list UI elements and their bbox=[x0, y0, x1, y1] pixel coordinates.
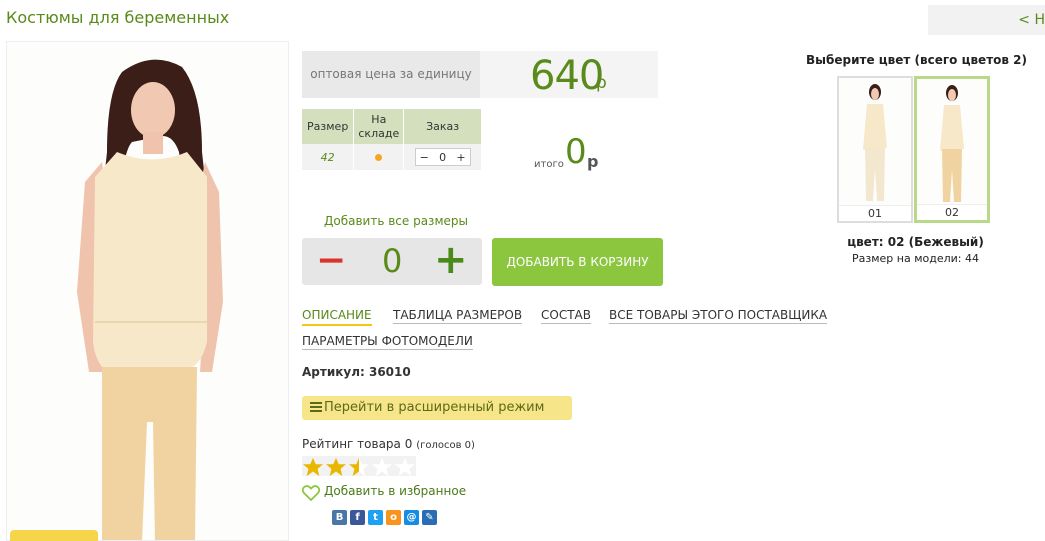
add-all-sizes-link[interactable]: Добавить все размеры bbox=[324, 214, 468, 228]
price-label-box: оптовая цена за единицу bbox=[302, 51, 480, 98]
stock-cell bbox=[353, 144, 405, 170]
facebook-icon[interactable]: f bbox=[350, 510, 365, 525]
model-size: Размер на модели: 44 bbox=[852, 252, 979, 265]
color-option-02[interactable]: 02 bbox=[914, 76, 990, 223]
selected-color: цвет: 02 (Бежевый) bbox=[847, 235, 984, 249]
price-value-box: 640 р bbox=[480, 51, 658, 99]
rating-stars[interactable] bbox=[302, 456, 416, 477]
rating-votes: (голосов 0) bbox=[416, 440, 475, 451]
total-value: 0 bbox=[565, 132, 587, 172]
quantity-stepper: − 0 + bbox=[302, 238, 482, 285]
nav-box: < Н bbox=[928, 5, 1045, 35]
color-picker-title: Выберите цвет (всего цветов 2) bbox=[806, 53, 1027, 67]
decrease-button[interactable]: − bbox=[316, 241, 346, 281]
vk-icon[interactable]: В bbox=[332, 510, 347, 525]
order-header: Заказ bbox=[403, 109, 482, 144]
tab-description[interactable]: ОПИСАНИЕ bbox=[302, 308, 372, 326]
tab-supplier-products[interactable]: ВСЕ ТОВАРЫ ЭТОГО ПОСТАВЩИКА bbox=[609, 308, 828, 324]
color-option-label: 02 bbox=[917, 204, 987, 220]
thumbnail-image bbox=[917, 79, 987, 204]
rating-text: Рейтинг товара 0 bbox=[302, 437, 413, 451]
advanced-mode-button[interactable]: Перейти в расширенный режим bbox=[302, 396, 572, 420]
qty-mini-minus[interactable]: − bbox=[420, 151, 429, 164]
photo-badge bbox=[10, 530, 98, 541]
add-to-favorites[interactable]: Добавить в избранное bbox=[302, 484, 467, 501]
size-table: Размер На складе Заказ 42 − 0 + bbox=[302, 109, 482, 170]
mail-icon[interactable]: @ bbox=[404, 510, 419, 525]
total-currency: р bbox=[587, 152, 599, 171]
tab-size-table[interactable]: ТАБЛИЦА РАЗМЕРОВ bbox=[393, 308, 523, 324]
star-empty-icon[interactable] bbox=[371, 457, 393, 477]
star-half-icon[interactable] bbox=[348, 457, 370, 477]
thumbnail-image bbox=[839, 78, 911, 205]
stock-indicator-icon bbox=[375, 153, 383, 161]
order-cell: − 0 + bbox=[403, 144, 482, 170]
size-header: Размер bbox=[302, 109, 355, 144]
add-to-cart-button[interactable]: ДОБАВИТЬ В КОРЗИНУ bbox=[492, 238, 663, 286]
tab-model-params[interactable]: ПАРАМЕТРЫ ФОТОМОДЕЛИ bbox=[302, 334, 473, 350]
star-empty-icon[interactable] bbox=[394, 457, 416, 477]
favorites-label: Добавить в избранное bbox=[324, 484, 467, 498]
price-value: 640 bbox=[530, 53, 604, 99]
table-row: 42 − 0 + bbox=[302, 144, 482, 170]
star-icon[interactable] bbox=[302, 457, 324, 477]
prev-link[interactable]: < Н bbox=[1018, 12, 1045, 28]
social-share-bar: В f t о @ ✎ bbox=[332, 510, 437, 525]
qty-mini-stepper[interactable]: − 0 + bbox=[414, 148, 471, 166]
qty-mini-plus[interactable]: + bbox=[456, 151, 465, 164]
color-option-01[interactable]: 01 bbox=[837, 76, 913, 223]
list-icon bbox=[310, 402, 322, 412]
color-option-label: 01 bbox=[839, 205, 911, 221]
tab-composition[interactable]: СОСТАВ bbox=[541, 308, 591, 324]
heart-icon bbox=[302, 485, 320, 501]
size-value: 42 bbox=[302, 144, 355, 170]
model-illustration bbox=[7, 42, 288, 540]
qty-mini-value[interactable]: 0 bbox=[439, 151, 446, 164]
price-label: оптовая цена за единицу bbox=[310, 67, 472, 81]
article-number: Артикул: 36010 bbox=[302, 365, 411, 379]
page-title: Костюмы для беременных bbox=[6, 8, 230, 27]
stock-header: На складе bbox=[353, 109, 405, 144]
rating-label: Рейтинг товара 0 (голосов 0) bbox=[302, 437, 475, 451]
increase-button[interactable]: + bbox=[434, 239, 468, 281]
star-icon[interactable] bbox=[325, 457, 347, 477]
product-photo[interactable] bbox=[6, 41, 289, 541]
quantity-value[interactable]: 0 bbox=[382, 241, 402, 281]
twitter-icon[interactable]: t bbox=[368, 510, 383, 525]
price-currency: р bbox=[596, 73, 607, 93]
livejournal-icon[interactable]: ✎ bbox=[422, 510, 437, 525]
total-label: итого bbox=[534, 159, 564, 170]
advanced-mode-label: Перейти в расширенный режим bbox=[324, 400, 545, 415]
odnoklassniki-icon[interactable]: о bbox=[386, 510, 401, 525]
